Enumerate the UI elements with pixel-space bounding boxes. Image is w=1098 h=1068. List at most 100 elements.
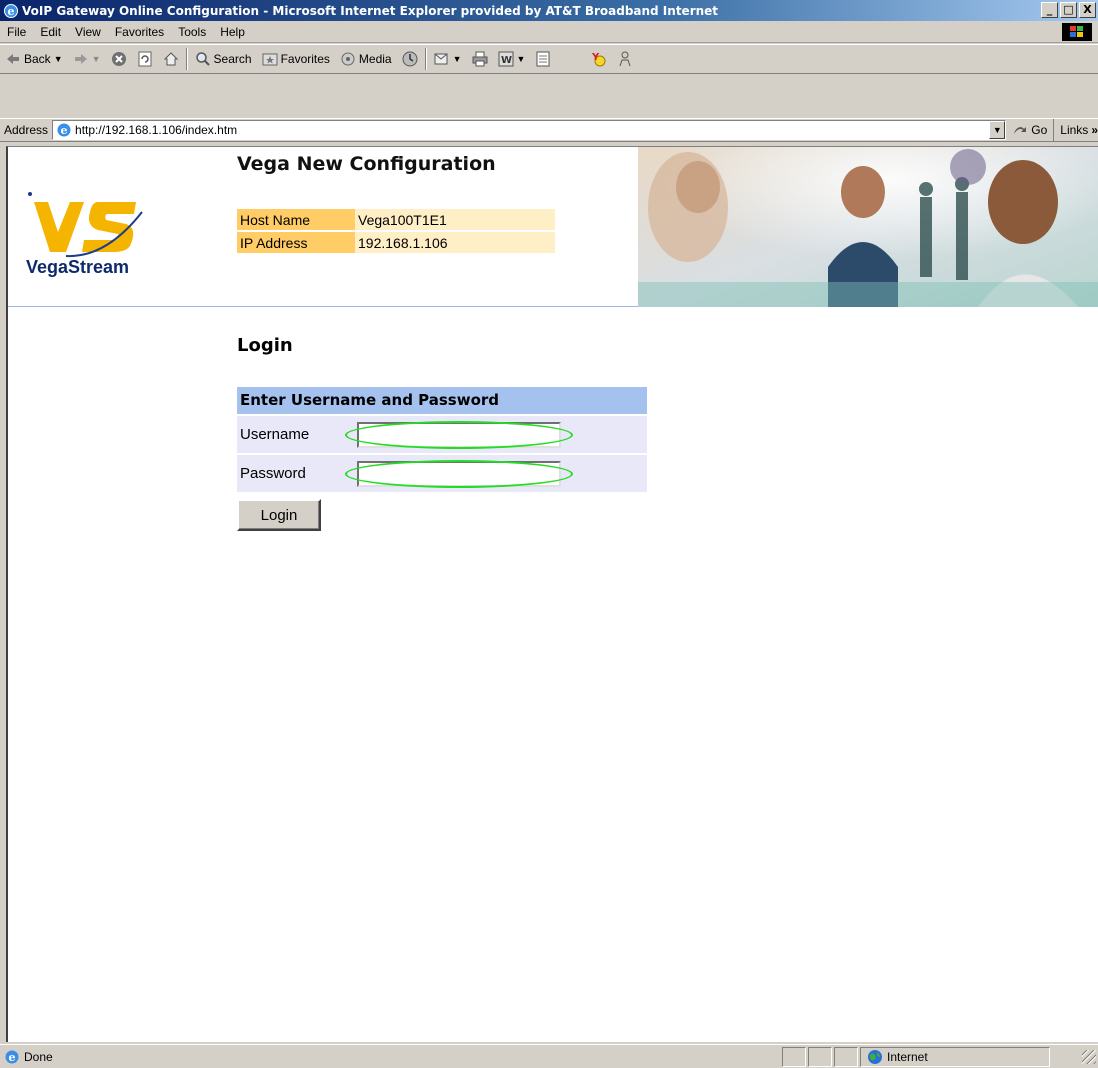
device-info-table: Host Name Vega100T1E1 IP Address 192.168… (237, 207, 555, 255)
password-label: Password (240, 465, 306, 482)
status-bar: e Done Internet (0, 1044, 1098, 1068)
ie-page-icon: e (57, 123, 71, 137)
svg-text:e: e (61, 124, 68, 137)
yahoo-messenger-icon: Y (591, 52, 606, 67)
messenger-button[interactable] (612, 47, 638, 71)
info-value: Vega100T1E1 (355, 209, 555, 230)
svg-text:e: e (8, 5, 15, 18)
close-button[interactable]: X (1079, 2, 1096, 18)
chevron-down-icon[interactable]: ▼ (517, 54, 526, 64)
header-banner-image (638, 147, 1098, 307)
login-button[interactable]: Login (237, 499, 321, 531)
media-button[interactable]: Media (335, 47, 397, 71)
media-label: Media (358, 52, 392, 66)
chevron-right-icon: » (1091, 123, 1098, 137)
search-button[interactable]: Search (190, 47, 257, 71)
username-row: Username (237, 416, 647, 453)
forward-button[interactable]: ▼ (68, 47, 106, 71)
status-main: e Done (0, 1049, 780, 1065)
chevron-down-icon[interactable]: ▼ (92, 54, 101, 64)
menu-help[interactable]: Help (213, 25, 252, 39)
back-arrow-icon (7, 54, 19, 64)
status-cell (808, 1046, 832, 1067)
toolbar-separator (185, 48, 188, 70)
svg-text:e: e (9, 1051, 16, 1064)
address-url: http://192.168.1.106/index.htm (75, 123, 238, 137)
address-dropdown-icon[interactable]: ▼ (989, 121, 1006, 139)
chevron-down-icon[interactable]: ▼ (453, 54, 462, 64)
back-label: Back (24, 52, 51, 66)
login-form: Enter Username and Password Username Pas… (237, 387, 647, 492)
menu-file[interactable]: File (0, 25, 33, 39)
stop-button[interactable] (106, 47, 132, 71)
yahoo-button[interactable]: Y (586, 47, 612, 71)
go-label: Go (1031, 123, 1048, 137)
back-button[interactable]: Back ▼ (0, 47, 68, 71)
address-input[interactable]: e http://192.168.1.106/index.htm ▼ (52, 120, 1007, 140)
discuss-button[interactable] (530, 47, 556, 71)
ie-icon: e (4, 3, 18, 18)
forward-arrow-icon (74, 54, 87, 64)
maximize-button[interactable]: □ (1060, 2, 1077, 18)
security-zone: Internet (860, 1046, 1050, 1067)
logo-wordmark: VegaStream (26, 257, 130, 277)
info-value: 192.168.1.106 (355, 232, 555, 253)
print-button[interactable] (467, 47, 493, 71)
login-form-title: Enter Username and Password (237, 387, 647, 414)
favorites-button[interactable]: Favorites (257, 47, 335, 71)
info-key: Host Name (237, 209, 355, 230)
refresh-icon (138, 51, 152, 67)
zone-label: Internet (887, 1049, 928, 1064)
svg-text:W: W (501, 55, 512, 66)
window-title: VoIP Gateway Online Configuration - Micr… (22, 3, 719, 18)
links-button[interactable]: Links » (1053, 119, 1098, 141)
search-label: Search (213, 52, 252, 66)
menu-favorites[interactable]: Favorites (108, 25, 171, 39)
minimize-button[interactable]: _ (1041, 2, 1058, 18)
username-label: Username (240, 426, 310, 443)
favorites-label: Favorites (280, 52, 330, 66)
username-input[interactable] (357, 421, 561, 448)
toolbar-separator (424, 48, 427, 70)
search-icon (195, 52, 210, 66)
page-header: VegaStream Vega New Configuration Host N… (8, 147, 1098, 307)
history-button[interactable] (397, 47, 423, 71)
media-icon (341, 52, 355, 66)
info-row: Host Name Vega100T1E1 (237, 209, 555, 230)
edit-button[interactable]: W ▼ (493, 47, 531, 71)
password-row: Password (237, 455, 647, 492)
status-cell (782, 1046, 806, 1067)
print-icon (472, 51, 488, 67)
info-row: IP Address 192.168.1.106 (237, 232, 555, 253)
mail-button[interactable]: ▼ (429, 47, 467, 71)
login-heading: Login (237, 335, 293, 356)
ie-page-icon: e (5, 1050, 19, 1064)
messenger-user-icon (619, 51, 631, 67)
browser-window: e VoIP Gateway Online Configuration - Mi… (0, 0, 1098, 1068)
discuss-icon (536, 51, 550, 67)
page-content: VegaStream Vega New Configuration Host N… (6, 146, 1098, 1042)
globe-icon (868, 1049, 882, 1064)
password-input[interactable] (357, 460, 561, 487)
menu-bar: File Edit View Favorites Tools Help (0, 21, 1098, 43)
windows-logo-icon (1062, 23, 1092, 41)
home-button[interactable] (158, 47, 184, 71)
status-text: Done (24, 1049, 53, 1064)
chevron-down-icon[interactable]: ▼ (54, 54, 63, 64)
address-bar: Address e http://192.168.1.106/index.htm… (0, 118, 1098, 142)
title-bar[interactable]: e VoIP Gateway Online Configuration - Mi… (0, 0, 1098, 21)
stop-icon (111, 52, 126, 66)
refresh-button[interactable] (132, 47, 158, 71)
resize-grip-icon[interactable] (1082, 1049, 1096, 1064)
menu-tools[interactable]: Tools (171, 25, 213, 39)
status-cell (834, 1046, 858, 1067)
mail-icon (434, 53, 448, 65)
toolbar: Back ▼ ▼ Search Favorites Media ▼ W ▼ Y (0, 44, 1098, 74)
go-arrow-icon (1014, 127, 1027, 134)
go-button[interactable]: Go (1006, 119, 1053, 141)
window-controls: _ □ X (1041, 2, 1096, 18)
svg-text:Y: Y (591, 52, 600, 63)
menu-view[interactable]: View (68, 25, 108, 39)
home-icon (163, 52, 178, 66)
menu-edit[interactable]: Edit (33, 25, 68, 39)
